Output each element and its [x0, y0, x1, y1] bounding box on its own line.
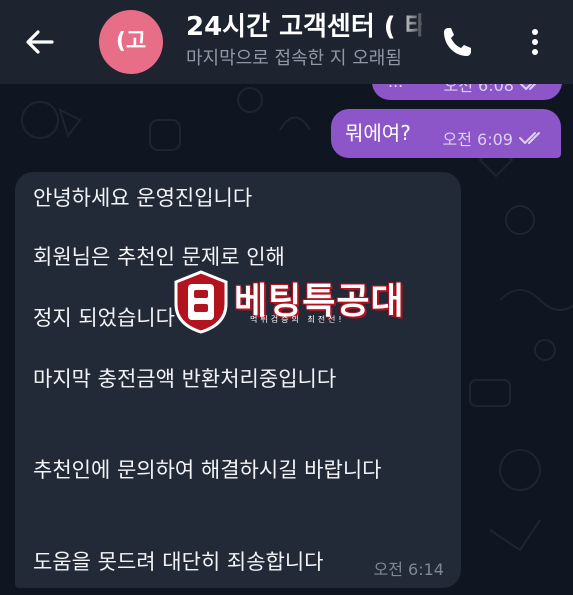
message-line: 안녕하세요 운영진입니다 — [33, 186, 253, 210]
more-options-button[interactable] — [515, 22, 555, 62]
more-vertical-icon — [532, 29, 538, 55]
message-meta: 오전 6:09 — [443, 126, 547, 150]
title-fade — [396, 0, 436, 84]
message-line: 도움을 못드려 대단히 죄송합니다 — [33, 550, 324, 574]
call-button[interactable] — [437, 22, 477, 62]
shield-logo-icon — [174, 270, 228, 334]
outgoing-message[interactable]: 뭐에여? 오전 6:09 — [331, 109, 561, 158]
message-line: 추천인에 문의하여 해결하시길 바랍니다 — [33, 458, 382, 482]
message-line: 정지 되었습니다 — [33, 306, 175, 330]
message-line: 마지막 충전금액 반환처리중입니다 — [33, 367, 337, 391]
arrow-left-icon — [26, 30, 54, 54]
message-line: 회원님은 추천인 문제로 인해 — [33, 245, 285, 269]
chat-screen: (고 24시간 고객센터 ( 태 마지막으로 접속한 지 오래됨 ... 오전 … — [0, 0, 573, 595]
message-time: 오전 6:14 — [373, 560, 444, 579]
avatar[interactable]: (고 — [99, 10, 163, 74]
chat-title: 24시간 고객센터 ( 태 — [186, 12, 422, 42]
phone-icon — [444, 28, 471, 56]
watermark-logo: 베팅특공대 먹튀검증의 최전선! — [172, 270, 412, 340]
watermark-tagline: 먹튀검증의 최전선! — [250, 315, 345, 324]
message-text: 뭐에여? — [345, 121, 411, 145]
incoming-message[interactable]: 안녕하세요 운영진입니다 회원님은 추천인 문제로 인해 정지 되었습니다 마지… — [15, 172, 461, 588]
chat-header: (고 24시간 고객센터 ( 태 마지막으로 접속한 지 오래됨 — [0, 0, 573, 84]
chat-info[interactable]: 24시간 고객센터 ( 태 마지막으로 접속한 지 오래됨 — [186, 12, 422, 70]
double-check-icon — [519, 132, 540, 145]
message-time: 오전 6:09 — [442, 130, 513, 149]
chat-last-seen: 마지막으로 접속한 지 오래됨 — [186, 48, 402, 69]
back-button[interactable] — [20, 22, 60, 62]
